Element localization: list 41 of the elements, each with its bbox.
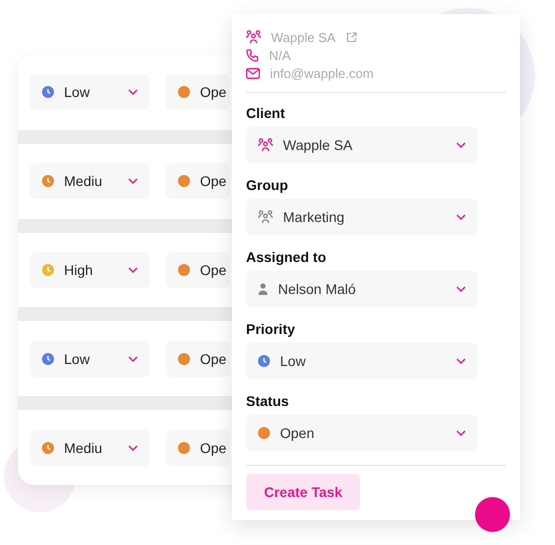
field-label: Assigned to: [246, 249, 328, 265]
priority-select[interactable]: High: [30, 252, 150, 288]
contact-text: info@wapple.com: [270, 66, 374, 80]
people-icon: [246, 30, 261, 44]
caret-icon: [128, 444, 138, 451]
dropdown-field[interactable]: Nelson Maló: [246, 271, 478, 307]
mail-icon: [246, 68, 260, 78]
field-label: Priority: [246, 321, 296, 337]
status-select[interactable]: Ope: [166, 430, 230, 466]
dropdown-field[interactable]: Open: [246, 415, 478, 451]
caret-icon: [456, 430, 466, 436]
create-task-button[interactable]: Create Task: [246, 474, 360, 510]
caret-icon: [128, 266, 138, 273]
phone-icon: [246, 48, 259, 62]
status-select[interactable]: Ope: [166, 74, 230, 110]
contact-text: N/A: [269, 48, 291, 62]
caret-icon: [128, 356, 138, 362]
field-label: Group: [246, 177, 289, 193]
dropdown-field[interactable]: Wapple SA: [246, 127, 478, 163]
priority-select[interactable]: Mediu: [30, 163, 150, 200]
caret-icon: [456, 358, 466, 364]
status-select[interactable]: Ope: [166, 252, 230, 288]
people-icon: [258, 210, 273, 224]
external-link-icon[interactable]: [346, 32, 357, 42]
status-select[interactable]: Ope: [166, 340, 230, 377]
caret-icon: [456, 214, 466, 220]
priority-select[interactable]: Mediu: [30, 430, 150, 466]
contact-text: Wapple SA: [271, 30, 336, 44]
caret-icon: [456, 286, 466, 292]
dropdown-field[interactable]: Marketing: [246, 199, 478, 235]
dropdown-field[interactable]: Low: [246, 343, 478, 379]
caret-icon: [128, 178, 138, 184]
caret-icon: [128, 89, 138, 96]
people-icon: [258, 138, 273, 152]
priority-select[interactable]: Low: [30, 74, 150, 110]
status-select[interactable]: Ope: [166, 163, 230, 200]
person-icon: [258, 283, 268, 295]
caret-icon: [456, 142, 466, 148]
field-label: Status: [246, 393, 290, 409]
priority-select[interactable]: Low: [30, 340, 150, 377]
field-label: Client: [246, 105, 286, 121]
